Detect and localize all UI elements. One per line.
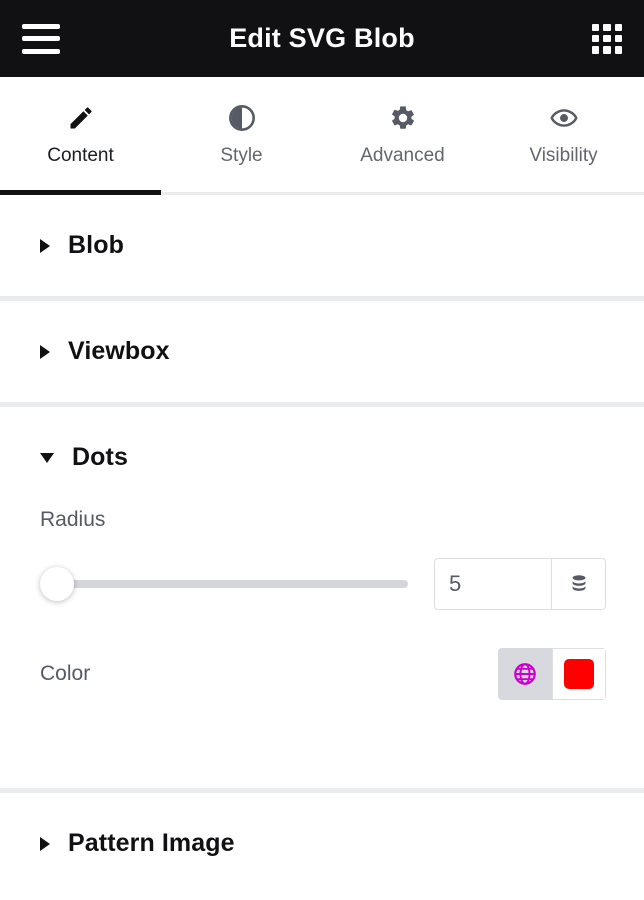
tab-label: Style [220,144,263,166]
hamburger-menu-icon[interactable] [22,23,60,54]
radius-input[interactable] [434,558,552,610]
section-header-dots[interactable]: Dots [0,407,644,508]
grid-cell [614,23,622,31]
pencil-icon [67,103,95,133]
tab-visibility[interactable]: Visibility [483,77,644,192]
top-header-bar: Edit SVG Blob [0,0,644,77]
section-title: Pattern Image [68,829,235,857]
grid-cell [603,34,611,43]
eye-icon [549,103,579,133]
database-stack-icon[interactable] [552,558,606,610]
color-swatch-button[interactable] [552,648,606,700]
section-body-dots: Radius Color [0,508,644,742]
radius-value-group [434,558,606,610]
tab-content[interactable]: Content [0,77,161,195]
section-dots: Dots Radius Color [0,407,644,742]
hamburger-bar [22,36,60,41]
section-header-viewbox[interactable]: Viewbox [0,301,644,402]
slider-track [54,580,408,588]
radius-control-row [40,558,606,610]
section-title: Blob [68,231,124,259]
tab-label: Visibility [529,144,598,166]
hamburger-bar [22,23,60,29]
color-swatch [564,659,594,689]
grid-cell [592,46,600,54]
grid-cell [592,23,600,31]
color-label: Color [40,662,91,685]
section-title: Dots [72,443,128,471]
radius-slider[interactable] [40,566,408,602]
gear-icon [389,103,417,133]
radius-label: Radius [40,508,106,531]
section-blob: Blob [0,195,644,296]
section-header-blob[interactable]: Blob [0,195,644,296]
chevron-right-icon [40,238,50,253]
grid-cell [592,34,600,43]
globe-icon[interactable] [498,648,552,700]
grid-cell [614,46,622,54]
grid-cell [603,46,611,54]
contrast-icon [228,103,256,133]
tab-label: Content [47,144,114,166]
apps-grid-icon[interactable] [592,23,622,54]
chevron-right-icon [40,344,50,359]
chevron-down-icon [40,452,54,463]
tab-style[interactable]: Style [161,77,322,192]
tab-bar: Content Style Advanced Visibility [0,77,644,195]
section-header-pattern-image[interactable]: Pattern Image [0,793,644,894]
page-title: Edit SVG Blob [229,23,415,53]
slider-thumb[interactable] [40,567,74,601]
section-title: Viewbox [68,337,170,365]
chevron-right-icon [40,836,50,851]
grid-cell [614,34,622,43]
tab-label: Advanced [360,144,445,166]
color-control-row: Color [40,648,606,700]
tab-advanced[interactable]: Advanced [322,77,483,192]
section-spacer [0,742,644,788]
grid-cell [603,23,611,31]
section-pattern-image: Pattern Image [0,793,644,894]
hamburger-bar [22,48,60,54]
color-controls [498,648,606,700]
section-viewbox: Viewbox [0,301,644,402]
